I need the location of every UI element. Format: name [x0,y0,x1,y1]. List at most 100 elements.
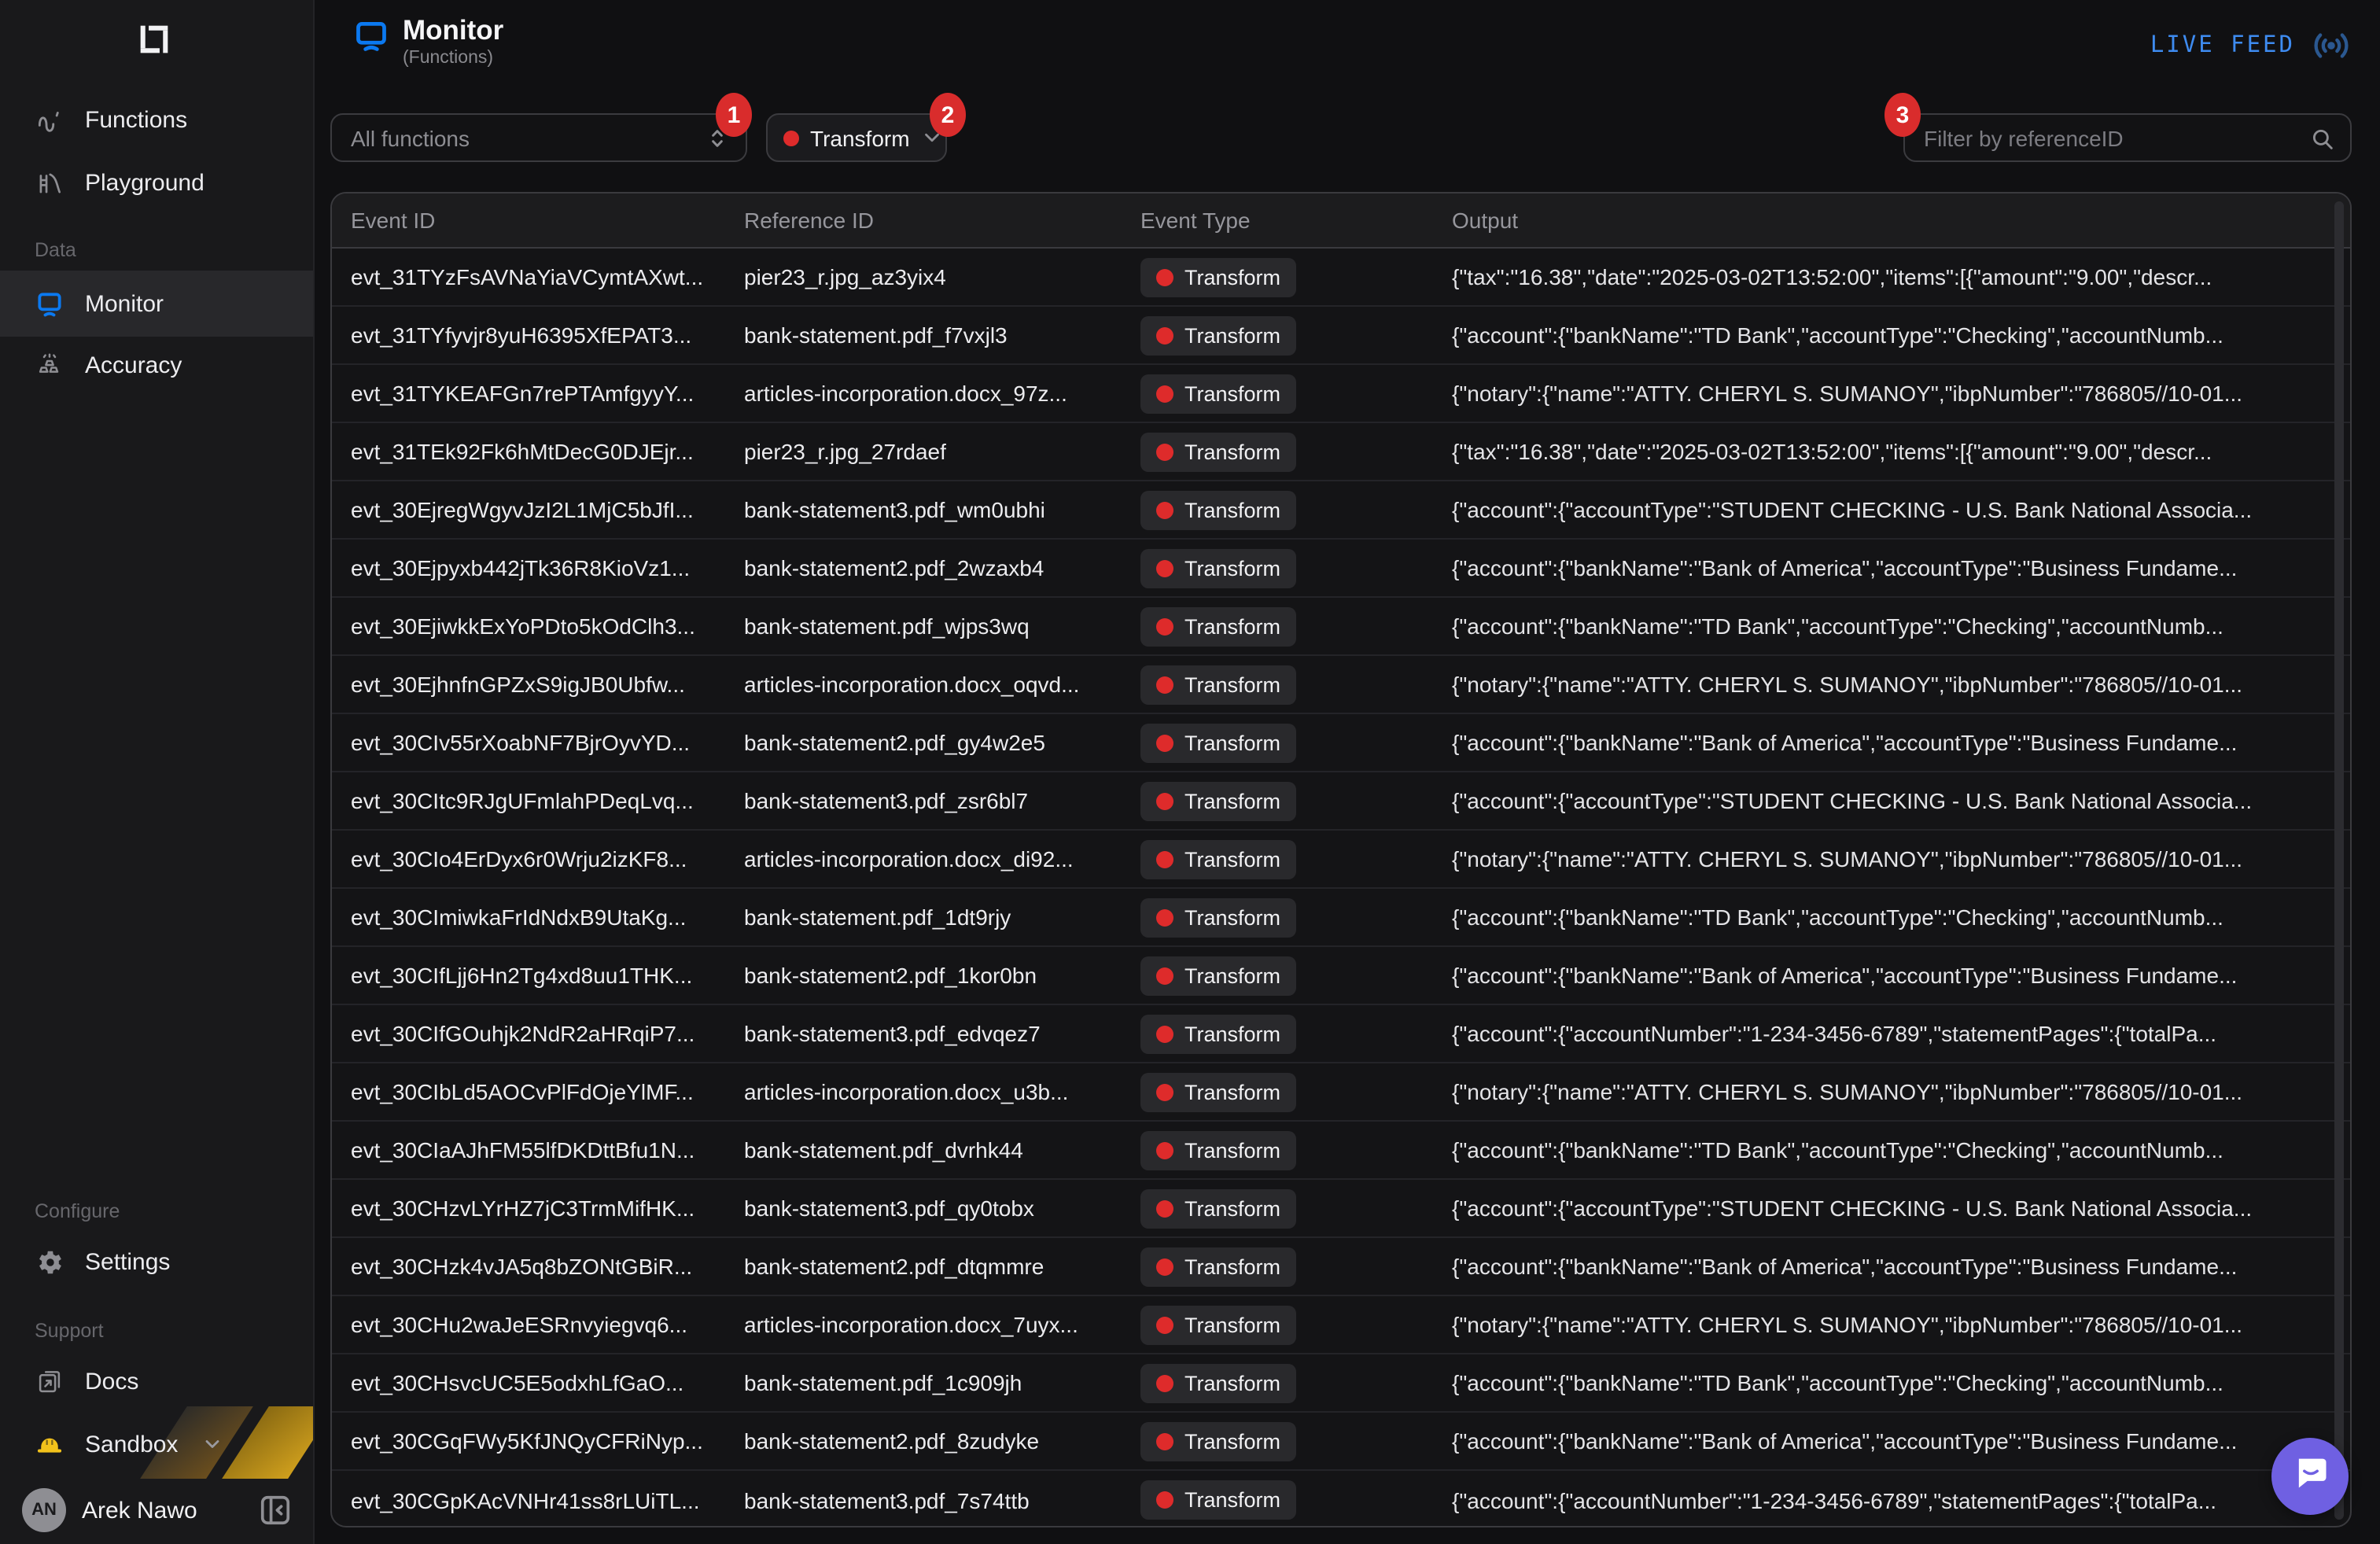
table-row[interactable]: evt_31TEk92Fk6hMtDecG0DJEjr... pier23_r.… [332,423,2350,481]
cell-reference-id: bank-statement2.pdf_1kor0bn [744,963,1140,988]
table-row[interactable]: evt_30CIo4ErDyx6r0Wrju2izKF8... articles… [332,831,2350,889]
function-filter-select[interactable]: All functions 1 [330,113,747,162]
transform-status-dot [1156,1199,1173,1217]
gear-icon [35,1247,64,1277]
cell-event-type: Transform [1140,1305,1452,1344]
table-row[interactable]: evt_30CItc9RJgUFmlahPDeqLvq... bank-stat… [332,772,2350,831]
event-type-badge: Transform [1140,781,1296,820]
cell-event-type: Transform [1140,374,1452,413]
sidebar-item-label: Settings [85,1248,170,1275]
cell-output: {"account":{"accountNumber":"1-234-3456-… [1452,1021,2350,1046]
table-scrollbar[interactable] [2334,201,2344,1520]
step-badge-3: 3 [1884,93,1921,137]
table-row[interactable]: evt_30CHzvLYrHZ7jC3TrmMifHK... bank-stat… [332,1180,2350,1238]
table-row[interactable]: evt_31TYzFsAVNaYiaVCymtAXwt... pier23_r.… [332,249,2350,307]
cell-event-type: Transform [1140,1188,1452,1228]
cell-reference-id: articles-incorporation.docx_7uyx... [744,1312,1140,1337]
transform-status-dot [1156,1141,1173,1159]
transform-status-dot [1156,967,1173,984]
sidebar-item-monitor[interactable]: Monitor [0,271,315,337]
event-type-badge: Transform [1140,315,1296,355]
cell-reference-id: bank-statement3.pdf_zsr6bl7 [744,788,1140,813]
transform-status-dot [1156,617,1173,635]
sidebar-item-docs[interactable]: Docs [0,1358,315,1405]
sidebar-item-settings[interactable]: Settings [0,1238,315,1285]
event-type-label: Transform [1184,614,1280,638]
transform-status-dot [1156,734,1173,751]
chat-widget-button[interactable] [2271,1438,2349,1515]
transform-status-dot [1156,326,1173,344]
table-row[interactable]: evt_30CHzk4vJA5q8bZONtGBiR... bank-state… [332,1238,2350,1296]
cell-reference-id: bank-statement3.pdf_7s74ttb [744,1487,1140,1513]
sidebar-item-label: Playground [85,169,204,196]
event-type-label: Transform [1184,1429,1280,1453]
sidebar-item-label: Monitor [85,290,164,317]
reference-id-search-input[interactable]: Filter by referenceID 3 [1903,113,2352,162]
table-row[interactable]: evt_30CGpKAcVNHr41ss8rLUiTL... bank-stat… [332,1471,2350,1527]
cell-event-id: evt_30EjhnfnGPZxS9igJB0Ubfw... [351,672,744,697]
transform-status-dot [1156,1083,1173,1100]
event-type-label: Transform [1184,673,1280,696]
cell-event-id: evt_31TYfyvjr8yuH6395XfEPAT3... [351,322,744,348]
event-type-label: Transform [1184,964,1280,987]
cell-output: {"account":{"bankName":"TD Bank","accoun… [1452,614,2350,639]
transform-status-dot [1156,850,1173,868]
cell-event-type: Transform [1140,548,1452,588]
column-header-output: Output [1452,208,2350,233]
user-account-row[interactable]: AN Arek Nawo [0,1483,315,1537]
event-type-badge: Transform [1140,548,1296,588]
live-feed-indicator[interactable]: LIVE FEED [2150,25,2352,66]
event-type-badge: Transform [1140,1421,1296,1461]
cell-event-type: Transform [1140,315,1452,355]
cell-reference-id: bank-statement.pdf_1c909jh [744,1370,1140,1395]
table-row[interactable]: evt_30EjiwkkExYoPDto5kOdClh3... bank-sta… [332,598,2350,656]
event-type-label: Transform [1184,381,1280,405]
table-row[interactable]: evt_30CIbLd5AOCvPlFdOjeYlMF... articles-… [332,1063,2350,1122]
event-type-badge: Transform [1140,606,1296,646]
table-row[interactable]: evt_30EjregWgyvJzI2L1MjC5bJfI... bank-st… [332,481,2350,540]
table-row[interactable]: evt_30CImiwkaFrIdNdxB9UtaKg... bank-stat… [332,889,2350,947]
sandbox-hazard-stripes [0,0,313,1544]
cell-event-type: Transform [1140,490,1452,529]
cell-output: {"notary":{"name":"ATTY. CHERYL S. SUMAN… [1452,1312,2350,1337]
cell-event-id: evt_30CItc9RJgUFmlahPDeqLvq... [351,788,744,813]
table-row[interactable]: evt_30CIv55rXoabNF7BjrOyvYD... bank-stat… [332,714,2350,772]
event-type-dropdown[interactable]: Transform 2 [766,113,947,162]
search-placeholder: Filter by referenceID [1924,125,2124,150]
sidebar-item-accuracy[interactable]: Accuracy [0,341,315,389]
section-label-configure: Configure [35,1200,120,1222]
table-row[interactable]: evt_31TYKEAFGn7rePTAmfgyyY... articles-i… [332,365,2350,423]
transform-status-dot [1156,443,1173,460]
sidebar-item-playground[interactable]: Playground [0,159,315,206]
cell-reference-id: articles-incorporation.docx_oqvd... [744,672,1140,697]
table-row[interactable]: evt_30CIfLjj6Hn2Tg4xd8uu1THK... bank-sta… [332,947,2350,1005]
cell-event-id: evt_30CIfLjj6Hn2Tg4xd8uu1THK... [351,963,744,988]
sidebar-item-functions[interactable]: Functions [0,96,315,143]
table-row[interactable]: evt_30CIaAJhFM55lfDKDttBfu1N... bank-sta… [332,1122,2350,1180]
main-content: Monitor (Functions) LIVE FEED All functi… [315,0,2380,1544]
cell-reference-id: articles-incorporation.docx_u3b... [744,1079,1140,1104]
sidebar: Functions Playground Data Monitor [0,0,315,1544]
sidebar-collapse-icon[interactable] [255,1490,296,1531]
chat-bubble-icon [2290,1452,2330,1501]
page-subtitle: (Functions) [403,49,493,68]
event-type-badge: Transform [1140,1072,1296,1111]
event-type-label: Transform [1184,498,1280,521]
transform-status-dot [1156,1316,1173,1333]
transform-status-dot [783,130,799,146]
table-row[interactable]: evt_30CIfGOuhjk2NdR2aHRqiP7... bank-stat… [332,1005,2350,1063]
hard-hat-icon [35,1429,64,1459]
table-row[interactable]: evt_30EjhnfnGPZxS9igJB0Ubfw... articles-… [332,656,2350,714]
table-row[interactable]: evt_30CHsvcUC5E5odxhLfGaO... bank-statem… [332,1354,2350,1413]
sidebar-item-sandbox[interactable]: Sandbox [0,1421,315,1468]
transform-status-dot [1156,385,1173,402]
table-row[interactable]: evt_30CGqFWy5KfJNQyCFRiNyp... bank-state… [332,1413,2350,1471]
event-type-badge: Transform [1140,257,1296,297]
table-row[interactable]: evt_31TYfyvjr8yuH6395XfEPAT3... bank-sta… [332,307,2350,365]
cell-output: {"account":{"accountType":"STUDENT CHECK… [1452,788,2350,813]
table-row[interactable]: evt_30CHu2waJeESRnvyiegvq6... articles-i… [332,1296,2350,1354]
app-logo-icon[interactable] [134,19,175,60]
event-type-label: Transform [1184,1080,1280,1104]
table-header-row: Event ID Reference ID Event Type Output [332,193,2350,249]
table-row[interactable]: evt_30Ejpyxb442jTk36R8KioVz1... bank-sta… [332,540,2350,598]
